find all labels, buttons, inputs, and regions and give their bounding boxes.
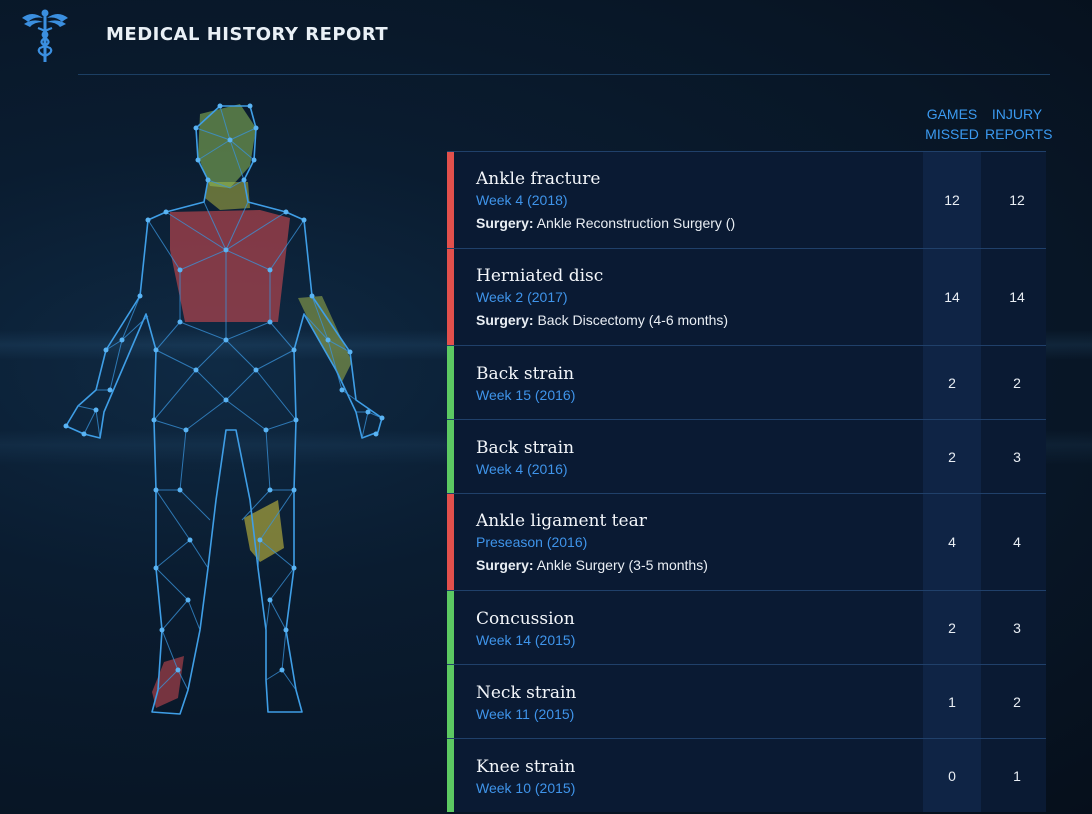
injury-row[interactable]: Ankle ligament tear Preseason (2016) Sur… (447, 493, 1046, 590)
games-missed-value: 4 (923, 494, 981, 590)
games-missed-value: 2 (923, 420, 981, 493)
surgery-label: Surgery: (476, 312, 534, 328)
severity-indicator (447, 665, 454, 738)
injury-highlight-foot (152, 656, 184, 708)
surgery-detail: Back Discectomy (4-6 months) (537, 312, 729, 328)
games-missed-value: 2 (923, 591, 981, 664)
surgery-label: Surgery: (476, 215, 534, 231)
injury-reports-value: 3 (1013, 448, 1021, 465)
surgery-detail: Ankle Surgery (3-5 months) (536, 557, 708, 573)
surgery-label: Surgery: (476, 557, 534, 573)
games-missed-value: 12 (923, 152, 981, 248)
severity-indicator (447, 346, 454, 419)
injury-reports-value: 12 (1009, 192, 1025, 208)
injury-row[interactable]: Neck strain Week 11 (2015) 1 2 (447, 664, 1046, 738)
severity-indicator (447, 591, 454, 664)
body-injury-map (63, 103, 385, 715)
caduceus-icon (22, 9, 68, 62)
injury-row[interactable]: Ankle fracture Week 4 (2018) Surgery: An… (447, 151, 1046, 248)
games-missed-value: 14 (923, 249, 981, 345)
injury-highlight-knee (244, 500, 284, 562)
injury-table: Ankle fracture Week 4 (2018) Surgery: An… (447, 151, 1046, 812)
column-header-games-missed: GAMES MISSED (925, 106, 979, 142)
injury-row[interactable]: Knee strain Week 10 (2015) 0 1 (447, 738, 1046, 812)
injury-row[interactable]: Back strain Week 4 (2016) 2 3 (447, 419, 1046, 493)
surgery-detail: Ankle Reconstruction Surgery () (536, 215, 736, 231)
severity-indicator (447, 420, 454, 493)
page-title: MEDICAL HISTORY REPORT (106, 24, 389, 45)
severity-indicator (447, 739, 454, 812)
injury-reports-value: 4 (1013, 534, 1021, 550)
injury-row[interactable]: Concussion Week 14 (2015) 2 3 (447, 590, 1046, 664)
injury-highlight-arm (298, 296, 352, 382)
injury-reports-value: 3 (1013, 619, 1021, 636)
severity-indicator (447, 249, 454, 345)
injury-reports-value: 14 (1009, 289, 1025, 305)
games-missed-value: 2 (923, 346, 981, 419)
injury-row[interactable]: Herniated disc Week 2 (2017) Surgery: Ba… (447, 248, 1046, 345)
severity-indicator (447, 152, 454, 248)
column-header-injury-reports: INJURY REPORTS (985, 106, 1053, 142)
injury-reports-value: 1 (1013, 767, 1021, 784)
injury-row[interactable]: Back strain Week 15 (2016) 2 2 (447, 345, 1046, 419)
games-missed-value: 0 (923, 739, 981, 812)
injury-reports-value: 2 (1013, 374, 1021, 391)
games-missed-value: 1 (923, 665, 981, 738)
injury-highlight-head (198, 104, 256, 188)
header-divider (78, 74, 1050, 75)
injury-reports-value: 2 (1013, 693, 1021, 710)
severity-indicator (447, 494, 454, 590)
